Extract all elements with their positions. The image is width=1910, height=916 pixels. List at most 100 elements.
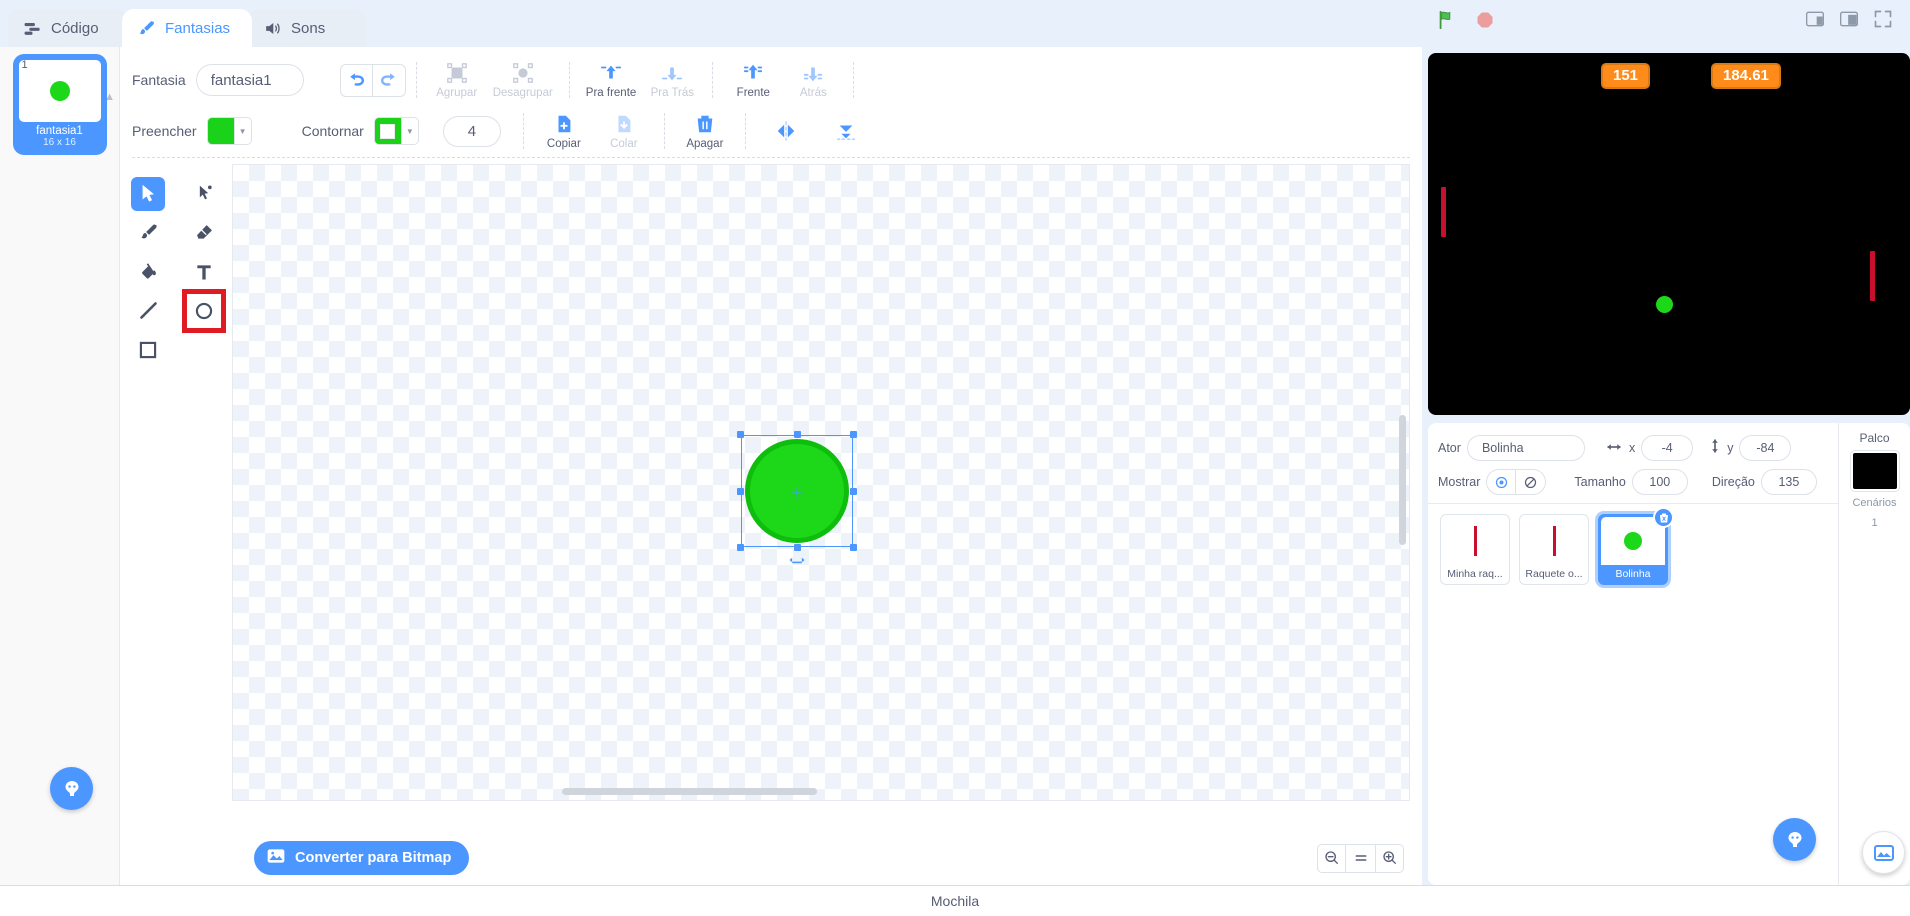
rotate-handle-icon[interactable] bbox=[789, 554, 805, 569]
add-costume-icon[interactable] bbox=[50, 767, 93, 810]
costume-item[interactable]: 1 fantasia1 16 x 16 bbox=[15, 57, 104, 152]
front-button[interactable]: Frente bbox=[723, 57, 783, 103]
rectangle-tool[interactable] bbox=[131, 333, 165, 367]
delete-sprite-icon[interactable] bbox=[1653, 507, 1674, 528]
fill-color-swatch[interactable] bbox=[206, 117, 235, 145]
fill-tool[interactable] bbox=[131, 255, 165, 289]
tab-codigo[interactable]: Código bbox=[8, 9, 126, 47]
flip-vertical-button[interactable] bbox=[816, 108, 876, 154]
costume-number: 1 bbox=[21, 59, 28, 71]
undo-redo-group bbox=[339, 63, 406, 97]
sprite-panel: Ator x y bbox=[1428, 423, 1910, 885]
eye-icon[interactable] bbox=[1486, 469, 1517, 495]
delete-button[interactable]: Apagar bbox=[675, 108, 735, 154]
large-stage-icon[interactable] bbox=[1838, 8, 1860, 30]
sprite-direction-input[interactable] bbox=[1760, 469, 1817, 495]
resize-handle-e[interactable] bbox=[850, 487, 857, 495]
back-button[interactable]: Atrás bbox=[783, 57, 843, 103]
tab-fantasias[interactable]: Fantasias bbox=[122, 9, 252, 47]
resize-handle-nw[interactable] bbox=[737, 431, 744, 438]
stroke-width-input[interactable] bbox=[442, 115, 501, 147]
paint-canvas[interactable] bbox=[232, 164, 1410, 801]
resize-handle-s[interactable] bbox=[793, 544, 801, 551]
line-tool[interactable] bbox=[131, 294, 165, 328]
resize-handle-n[interactable] bbox=[793, 431, 801, 438]
stop-icon[interactable] bbox=[1473, 8, 1497, 32]
divider bbox=[712, 62, 714, 98]
canvas-horizontal-scrollbar[interactable] bbox=[562, 788, 817, 795]
tab-sons[interactable]: Sons bbox=[248, 9, 366, 47]
monitor-score-2[interactable]: 184.61 bbox=[1711, 63, 1781, 89]
select-tool[interactable] bbox=[131, 176, 165, 211]
paste-label: Colar bbox=[610, 137, 638, 150]
sprite-name-input[interactable] bbox=[1466, 435, 1585, 461]
add-backdrop-icon[interactable] bbox=[1862, 831, 1905, 874]
copy-button[interactable]: Copiar bbox=[534, 108, 594, 154]
stage[interactable]: 151 184.61 bbox=[1428, 53, 1910, 415]
sprite-item-raquete-oponente[interactable]: Raquete o... bbox=[1519, 514, 1589, 585]
backward-button[interactable]: Pra Trás bbox=[642, 57, 702, 103]
green-flag-icon[interactable] bbox=[1435, 8, 1459, 32]
eraser-tool[interactable] bbox=[187, 216, 221, 250]
resize-handle-sw[interactable] bbox=[737, 544, 744, 551]
backpack-bar[interactable]: Mochila bbox=[0, 885, 1910, 916]
backpack-label: Mochila bbox=[930, 893, 980, 909]
sprite-item-minha-raquete[interactable]: Minha raq... bbox=[1440, 514, 1510, 585]
flip-horizontal-button[interactable] bbox=[756, 108, 816, 154]
outline-dropdown-icon[interactable]: ▼ bbox=[401, 117, 419, 145]
sprite-item-bolinha[interactable]: Bolinha bbox=[1598, 507, 1674, 585]
zoom-reset-icon[interactable] bbox=[1346, 843, 1375, 873]
group-button[interactable]: Agrupar bbox=[427, 57, 487, 103]
tool-palette bbox=[120, 164, 232, 831]
brush-tool[interactable] bbox=[131, 216, 165, 250]
x-label: x bbox=[1628, 441, 1636, 455]
stage-and-sprites: 151 184.61 Ator x bbox=[1422, 47, 1910, 885]
front-label: Frente bbox=[736, 86, 770, 99]
canvas-vertical-scrollbar[interactable] bbox=[1399, 415, 1406, 545]
divider bbox=[522, 113, 524, 149]
resize-handle-se[interactable] bbox=[850, 544, 857, 551]
circle-tool[interactable] bbox=[187, 293, 221, 328]
redo-icon[interactable] bbox=[372, 63, 406, 97]
actor-label: Ator bbox=[1438, 441, 1461, 455]
divider bbox=[415, 62, 417, 98]
paddle-right[interactable] bbox=[1870, 251, 1875, 301]
resize-handle-w[interactable] bbox=[737, 487, 744, 495]
scroll-up-icon[interactable]: ▲ bbox=[104, 91, 115, 103]
resize-handle-ne[interactable] bbox=[850, 431, 857, 438]
outline-color-swatch[interactable] bbox=[373, 117, 402, 145]
reshape-tool[interactable] bbox=[187, 177, 221, 211]
sprite-size-input[interactable] bbox=[1631, 469, 1688, 495]
sprite-thumbnail bbox=[1522, 517, 1586, 565]
small-stage-icon[interactable] bbox=[1804, 8, 1826, 30]
text-tool[interactable] bbox=[187, 255, 221, 289]
paste-button[interactable]: Colar bbox=[594, 108, 654, 154]
sprite-x-input[interactable] bbox=[1641, 435, 1694, 461]
eye-slash-icon[interactable] bbox=[1516, 469, 1547, 495]
fill-dropdown-icon[interactable]: ▼ bbox=[234, 117, 252, 145]
ungroup-button[interactable]: Desagrupar bbox=[487, 57, 559, 103]
backward-label: Pra Trás bbox=[650, 86, 695, 99]
zoom-in-icon[interactable] bbox=[1375, 843, 1404, 873]
scratch-editor: Código Fantasias Sons ▲ 1 fantasia1 16 x… bbox=[0, 0, 1910, 916]
costume-thumbnail bbox=[18, 60, 101, 122]
undo-icon[interactable] bbox=[339, 63, 373, 97]
paint-toolbar-row-2: Preencher ▼ Contornar ▼ 4 Copiar Colar A… bbox=[132, 105, 1412, 157]
fullscreen-icon[interactable] bbox=[1872, 8, 1894, 30]
add-sprite-icon[interactable] bbox=[1773, 818, 1816, 861]
stage-thumbnail[interactable] bbox=[1850, 451, 1899, 491]
sprite-y-input[interactable] bbox=[1739, 435, 1792, 461]
fill-label: Preencher bbox=[132, 123, 197, 139]
divider bbox=[853, 62, 855, 98]
fill-color-group: ▼ bbox=[206, 117, 252, 145]
monitor-score-1[interactable]: 151 bbox=[1601, 63, 1651, 89]
convert-to-bitmap-button[interactable]: Converter para Bitmap bbox=[254, 841, 470, 875]
forward-button[interactable]: Pra frente bbox=[580, 57, 643, 103]
selected-shape[interactable] bbox=[737, 431, 857, 564]
zoom-out-icon[interactable] bbox=[1317, 843, 1346, 873]
paddle-left[interactable] bbox=[1441, 187, 1446, 237]
stage-selector[interactable]: Palco Cenários 1 bbox=[1838, 423, 1910, 885]
main-row: ▲ 1 fantasia1 16 x 16 Fantasia fantasia1… bbox=[0, 47, 1910, 885]
costume-name-input[interactable] bbox=[195, 64, 304, 96]
stage-ball[interactable] bbox=[1656, 296, 1673, 313]
